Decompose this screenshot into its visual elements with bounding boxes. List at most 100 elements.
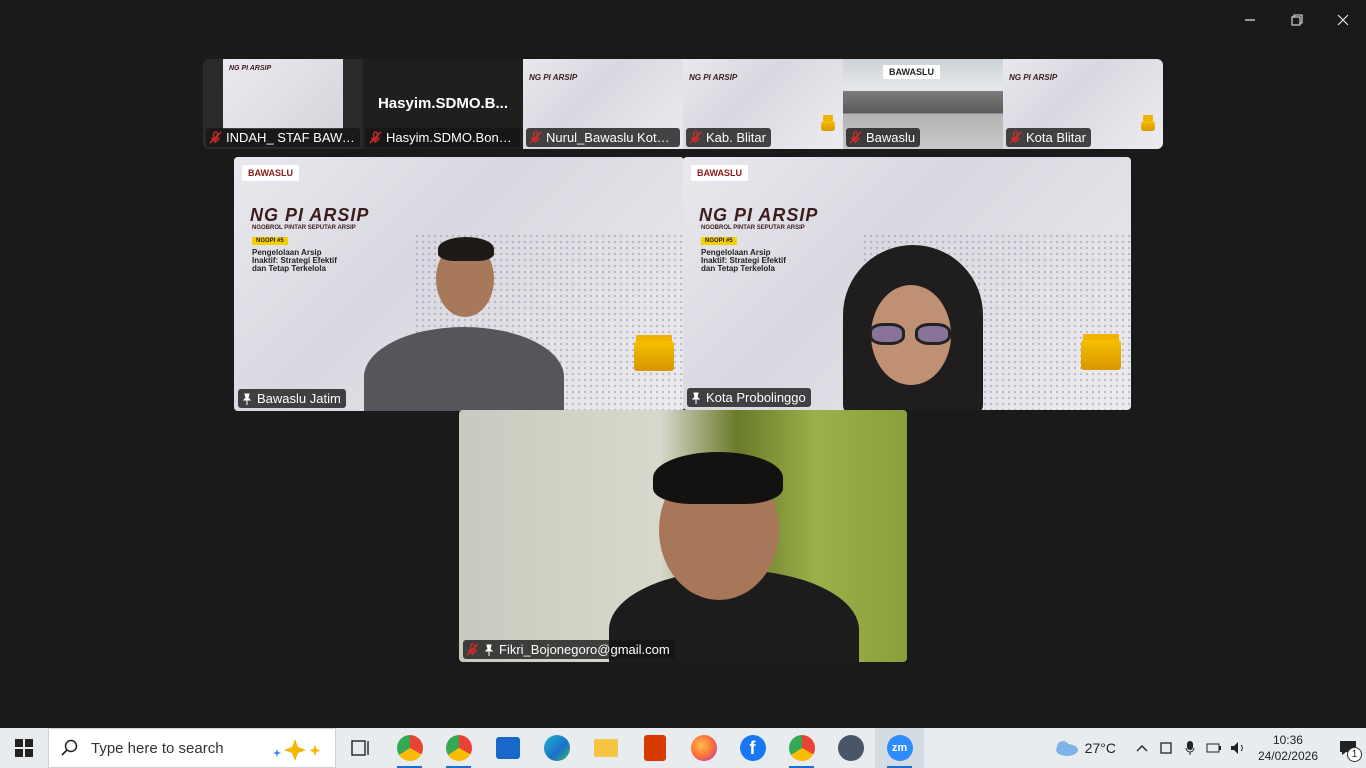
poster-brand: BAWASLU bbox=[242, 165, 299, 181]
participant-thumb[interactable]: BAWASLU Bawaslu bbox=[843, 59, 1003, 149]
person-hair bbox=[438, 237, 494, 261]
chrome-profile-icon[interactable] bbox=[434, 728, 483, 768]
participant-video bbox=[354, 237, 574, 411]
poster-tag: NGOPI #5 bbox=[252, 237, 288, 245]
minimize-icon[interactable] bbox=[1238, 8, 1262, 32]
file-explorer-icon[interactable] bbox=[581, 728, 630, 768]
task-view-icon[interactable] bbox=[336, 728, 385, 768]
gold-graphic bbox=[1141, 121, 1155, 131]
participant-thumb[interactable]: NG PI ARSIP Kab. Blitar bbox=[683, 59, 843, 149]
poster-tag: NGOPI #5 bbox=[701, 237, 737, 245]
participant-name: INDAH_ STAF BAWASL... bbox=[226, 130, 355, 145]
participant-label: Hasyim.SDMO.Bondw... bbox=[366, 128, 520, 147]
windows-logo-icon bbox=[15, 739, 33, 757]
zoom-meeting-window: NG PI ARSIP INDAH_ STAF BAWASL... Hasyim… bbox=[0, 0, 1366, 728]
participant-label: Kota Blitar bbox=[1006, 128, 1091, 147]
search-input[interactable] bbox=[91, 739, 251, 757]
poster-title: NG PI ARSIP bbox=[529, 73, 578, 82]
building-sign: BAWASLU bbox=[883, 65, 940, 79]
gold-graphic bbox=[821, 121, 835, 131]
participant-strip: NG PI ARSIP INDAH_ STAF BAWASL... Hasyim… bbox=[203, 59, 1163, 149]
taskbar-search[interactable] bbox=[48, 728, 336, 768]
video-tile[interactable]: Fikri_Bojonegoro@gmail.com bbox=[459, 410, 907, 662]
microphone-icon[interactable] bbox=[1178, 728, 1202, 768]
pin-icon bbox=[242, 393, 252, 405]
mic-muted-icon bbox=[529, 131, 542, 144]
participant-thumb[interactable]: NG PI ARSIP Kota Blitar bbox=[1003, 59, 1163, 149]
participant-name: Hasyim.SDMO.Bondw... bbox=[386, 130, 515, 145]
mic-muted-icon bbox=[849, 131, 862, 144]
poster-description: Pengelolaan Arsip Inaktif: Strategi Efek… bbox=[701, 248, 786, 273]
participant-thumb[interactable]: Hasyim.SDMO.B... Hasyim.SDMO.Bondw... bbox=[363, 59, 523, 149]
search-icon bbox=[61, 739, 78, 756]
mic-muted-icon bbox=[689, 131, 702, 144]
glasses-right bbox=[915, 323, 951, 345]
poster-title: NG PI ARSIP bbox=[1009, 73, 1058, 82]
chrome-icon[interactable] bbox=[385, 728, 434, 768]
poster-title: NG PI ARSIP bbox=[699, 205, 819, 225]
pin-icon bbox=[484, 644, 494, 656]
poster-subtitle: NGOBROL PINTAR SEPUTAR ARSIP bbox=[701, 225, 805, 231]
poster-title: NG PI ARSIP bbox=[689, 73, 738, 82]
tile-label: Kota Probolinggo bbox=[687, 388, 811, 407]
outlook-icon[interactable] bbox=[483, 728, 532, 768]
clock-time: 10:36 bbox=[1272, 733, 1303, 747]
mic-muted-icon bbox=[466, 643, 479, 656]
speaker-icon[interactable] bbox=[1226, 728, 1250, 768]
notification-badge: 1 bbox=[1347, 747, 1362, 762]
tile-label: Bawaslu Jatim bbox=[238, 389, 346, 408]
video-tile-active-speaker[interactable]: BAWASLU NG PI ARSIP NGOBROL PINTAR SEPUT… bbox=[234, 157, 684, 411]
weather-temp: 27°C bbox=[1084, 740, 1116, 756]
sparkle-icon bbox=[273, 739, 321, 761]
chevron-up-icon[interactable] bbox=[1130, 728, 1154, 768]
system-tray: 27°C 10:36 24/02/2026 1 bbox=[1053, 728, 1366, 768]
app-icon[interactable] bbox=[826, 728, 875, 768]
gold-graphic bbox=[1081, 340, 1121, 370]
zoom-icon[interactable]: zm bbox=[875, 728, 924, 768]
poster-title: NG PI ARSIP bbox=[229, 65, 272, 72]
participant-name: Kota Probolinggo bbox=[706, 390, 806, 405]
glasses-left bbox=[869, 323, 905, 345]
participant-name: Bawaslu Jatim bbox=[257, 391, 341, 406]
participant-display-name: Hasyim.SDMO.B... bbox=[377, 95, 509, 112]
tile-label: Fikri_Bojonegoro@gmail.com bbox=[463, 640, 675, 659]
participant-video bbox=[609, 450, 869, 662]
cloud-icon bbox=[1055, 741, 1078, 756]
person-body bbox=[364, 327, 564, 411]
participant-name: Kota Blitar bbox=[1026, 130, 1086, 145]
pin-icon bbox=[691, 392, 701, 404]
poster-brand: BAWASLU bbox=[691, 165, 748, 181]
shared-poster-thumb: NG PI ARSIP bbox=[223, 59, 343, 129]
participant-name: Nurul_Bawaslu Kota P... bbox=[546, 130, 675, 145]
taskbar-clock[interactable]: 10:36 24/02/2026 bbox=[1258, 732, 1318, 764]
battery-icon[interactable] bbox=[1202, 728, 1226, 768]
close-icon[interactable] bbox=[1331, 8, 1355, 32]
clock-date: 24/02/2026 bbox=[1257, 749, 1318, 763]
mic-muted-icon bbox=[1009, 131, 1022, 144]
participant-name: Fikri_Bojonegoro@gmail.com bbox=[499, 642, 670, 657]
participant-name: Kab. Blitar bbox=[706, 130, 766, 145]
participant-video bbox=[833, 245, 1023, 410]
poster-title: NG PI ARSIP bbox=[250, 205, 370, 225]
video-tile[interactable]: BAWASLU NG PI ARSIP NGOBROL PINTAR SEPUT… bbox=[683, 157, 1131, 410]
start-button[interactable] bbox=[0, 728, 48, 768]
notification-center-icon[interactable]: 1 bbox=[1330, 728, 1366, 768]
poster-subtitle: NGOBROL PINTAR SEPUTAR ARSIP bbox=[252, 225, 356, 231]
weather-widget[interactable]: 27°C bbox=[1053, 739, 1116, 757]
gold-graphic bbox=[634, 341, 674, 371]
facebook-icon[interactable]: f bbox=[728, 728, 777, 768]
meet-icon[interactable] bbox=[1154, 728, 1178, 768]
participant-thumb[interactable]: NG PI ARSIP Nurul_Bawaslu Kota P... bbox=[523, 59, 683, 149]
edge-icon[interactable] bbox=[532, 728, 581, 768]
office-icon[interactable] bbox=[630, 728, 679, 768]
participant-thumb[interactable]: NG PI ARSIP INDAH_ STAF BAWASL... bbox=[203, 59, 363, 149]
mic-muted-icon bbox=[209, 131, 222, 144]
chrome-app-icon[interactable] bbox=[777, 728, 826, 768]
participant-label: INDAH_ STAF BAWASL... bbox=[206, 128, 360, 147]
participant-label: Nurul_Bawaslu Kota P... bbox=[526, 128, 680, 147]
poster-description: Pengelolaan Arsip Inaktif: Strategi Efek… bbox=[252, 248, 337, 273]
restore-icon[interactable] bbox=[1285, 8, 1309, 32]
person-hair bbox=[653, 452, 783, 504]
participant-label: Kab. Blitar bbox=[686, 128, 771, 147]
firefox-icon[interactable] bbox=[679, 728, 728, 768]
